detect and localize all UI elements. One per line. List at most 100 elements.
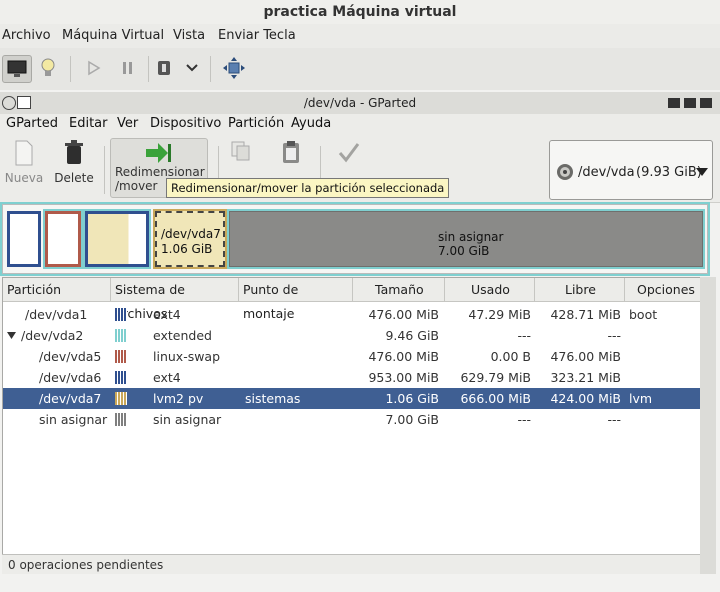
cell-size: 9.46 GiB: [385, 328, 439, 343]
cell-free: 428.71 MiB: [550, 307, 621, 322]
cell-size: 7.00 GiB: [385, 412, 439, 427]
fs-color-icon: [115, 308, 127, 321]
partition-block-vda6[interactable]: [83, 209, 151, 269]
cell-filesystem: linux-swap: [153, 349, 221, 364]
col-libre[interactable]: Libre: [535, 278, 625, 302]
cell-filesystem: extended: [153, 328, 212, 343]
shutdown-menu-button[interactable]: [182, 55, 202, 81]
vm-window-title: practica Máquina virtual: [0, 0, 720, 24]
cell-filesystem: ext4: [153, 307, 181, 322]
fs-color-icon: [115, 392, 127, 405]
shutdown-button[interactable]: [152, 55, 176, 81]
trash-icon: [65, 140, 83, 164]
vm-menu-maquina-virtual[interactable]: Máquina Virtual: [62, 28, 164, 43]
vm-menu-enviar-tecla[interactable]: Enviar Tecla: [218, 28, 296, 43]
partition-block-vda7[interactable]: /dev/vda7 1.06 GiB: [153, 209, 227, 269]
partition-list: Partición Sistema de archivos Punto de m…: [2, 277, 702, 556]
cell-free: 424.00 MiB: [550, 391, 621, 406]
cell-filesystem: ext4: [153, 370, 181, 385]
vertical-scrollbar[interactable]: [700, 277, 716, 574]
details-view-button[interactable]: [36, 55, 60, 81]
cell-free: 323.21 MiB: [550, 370, 621, 385]
gparted-window-title: /dev/vda - GParted: [0, 92, 720, 115]
toolbar-separator: [148, 56, 149, 82]
window-menu-icon[interactable]: [2, 96, 16, 110]
vm-menu-archivo[interactable]: Archivo: [2, 28, 51, 43]
device-name: /dev/vda: [578, 165, 635, 180]
menu-ver[interactable]: Ver: [117, 116, 138, 131]
new-partition-button[interactable]: Nueva: [2, 140, 46, 185]
cell-free: 476.00 MiB: [550, 349, 621, 364]
partition-block-vda5[interactable]: [43, 209, 83, 269]
device-selector[interactable]: /dev/vda (9.93 GiB): [549, 140, 713, 200]
cell-used: ---: [517, 412, 531, 427]
col-usado[interactable]: Usado: [445, 278, 535, 302]
cell-partition: /dev/vda2: [21, 328, 84, 343]
vm-menubar: Archivo Máquina Virtual Vista Enviar Tec…: [0, 24, 720, 48]
col-tamano[interactable]: Tamaño: [353, 278, 445, 302]
col-particion[interactable]: Partición: [3, 278, 111, 302]
cell-partition: /dev/vda6: [39, 370, 102, 385]
col-punto-montaje[interactable]: Punto de montaje: [239, 278, 353, 321]
table-row[interactable]: sin asignar sin asignar 7.00 GiB --- ---: [3, 409, 701, 430]
cell-filesystem: lvm2 pv: [153, 391, 204, 406]
maximize-icon[interactable]: [684, 98, 696, 108]
table-row-selected[interactable]: /dev/vda7 lvm2 pv sistemas 1.06 GiB 666.…: [3, 388, 701, 409]
copy-button[interactable]: [226, 140, 256, 165]
partition-map: /dev/vda7 1.06 GiB sin asignar 7.00 GiB: [0, 202, 710, 276]
col-opciones[interactable]: Opciones: [625, 278, 701, 302]
table-row[interactable]: /dev/vda2 extended 9.46 GiB --- ---: [3, 325, 701, 346]
pause-button[interactable]: [116, 55, 140, 81]
cell-mount: sistemas: [245, 391, 301, 406]
expander-down-icon[interactable]: [7, 332, 16, 339]
menu-particion[interactable]: Partición: [228, 116, 284, 131]
minimize-icon[interactable]: [668, 98, 680, 108]
status-bar: 0 operaciones pendientes: [2, 554, 700, 574]
table-row[interactable]: /dev/vda5 linux-swap 476.00 MiB 0.00 B 4…: [3, 346, 701, 367]
copy-icon: [231, 141, 250, 161]
cell-used: 666.00 MiB: [460, 391, 531, 406]
toolbar-separator: [70, 56, 71, 82]
toolbar-separator: [104, 146, 105, 194]
cell-partition: sin asignar: [39, 412, 108, 427]
console-view-button[interactable]: [2, 55, 32, 83]
fullscreen-button[interactable]: [220, 55, 248, 81]
vm-toolbar: [0, 48, 720, 91]
menu-dispositivo[interactable]: Dispositivo: [150, 116, 221, 131]
paste-button[interactable]: [276, 140, 306, 167]
resize-label-line1: Redimensionar: [115, 165, 205, 179]
toolbar-separator: [210, 56, 211, 82]
vda7-map-name: /dev/vda7: [161, 227, 221, 241]
device-size: (9.93 GiB): [636, 165, 702, 180]
menu-gparted[interactable]: GParted: [6, 116, 58, 131]
window-app-icon: [17, 96, 31, 109]
chevron-down-icon: [186, 64, 198, 72]
gparted-title-text: /dev/vda - GParted: [303, 96, 417, 110]
apply-button[interactable]: [334, 140, 364, 167]
fs-color-icon: [115, 329, 127, 342]
monitor-icon: [7, 60, 27, 77]
partition-block-vda1[interactable]: [7, 211, 41, 267]
delete-partition-button[interactable]: Delete: [50, 140, 98, 185]
table-row[interactable]: /dev/vda6 ext4 953.00 MiB 629.79 MiB 323…: [3, 367, 701, 388]
resize-arrow-icon: [146, 143, 171, 163]
run-button[interactable]: [82, 55, 106, 81]
menu-ayuda[interactable]: Ayuda: [291, 116, 331, 131]
table-row[interactable]: /dev/vda1 ext4 476.00 MiB 47.29 MiB 428.…: [3, 304, 701, 325]
close-icon[interactable]: [700, 98, 712, 108]
cell-flags: boot: [629, 307, 658, 322]
new-label: Nueva: [4, 171, 44, 185]
cell-partition: /dev/vda1: [25, 307, 88, 322]
resize-tooltip: Redimensionar/mover la partición selecci…: [166, 178, 450, 198]
pause-icon: [123, 62, 132, 74]
col-sistema-archivos[interactable]: Sistema de archivos: [111, 278, 239, 321]
fs-color-icon: [115, 350, 127, 363]
vm-menu-vista[interactable]: Vista: [173, 28, 205, 43]
cell-size: 953.00 MiB: [368, 370, 439, 385]
partition-block-unallocated[interactable]: sin asignar 7.00 GiB: [227, 209, 705, 269]
vda7-map-size: 1.06 GiB: [161, 242, 213, 256]
cell-filesystem: sin asignar: [153, 412, 222, 427]
cell-used: 629.79 MiB: [460, 370, 531, 385]
unalloc-map-name: sin asignar: [438, 230, 504, 244]
menu-editar[interactable]: Editar: [69, 116, 108, 131]
